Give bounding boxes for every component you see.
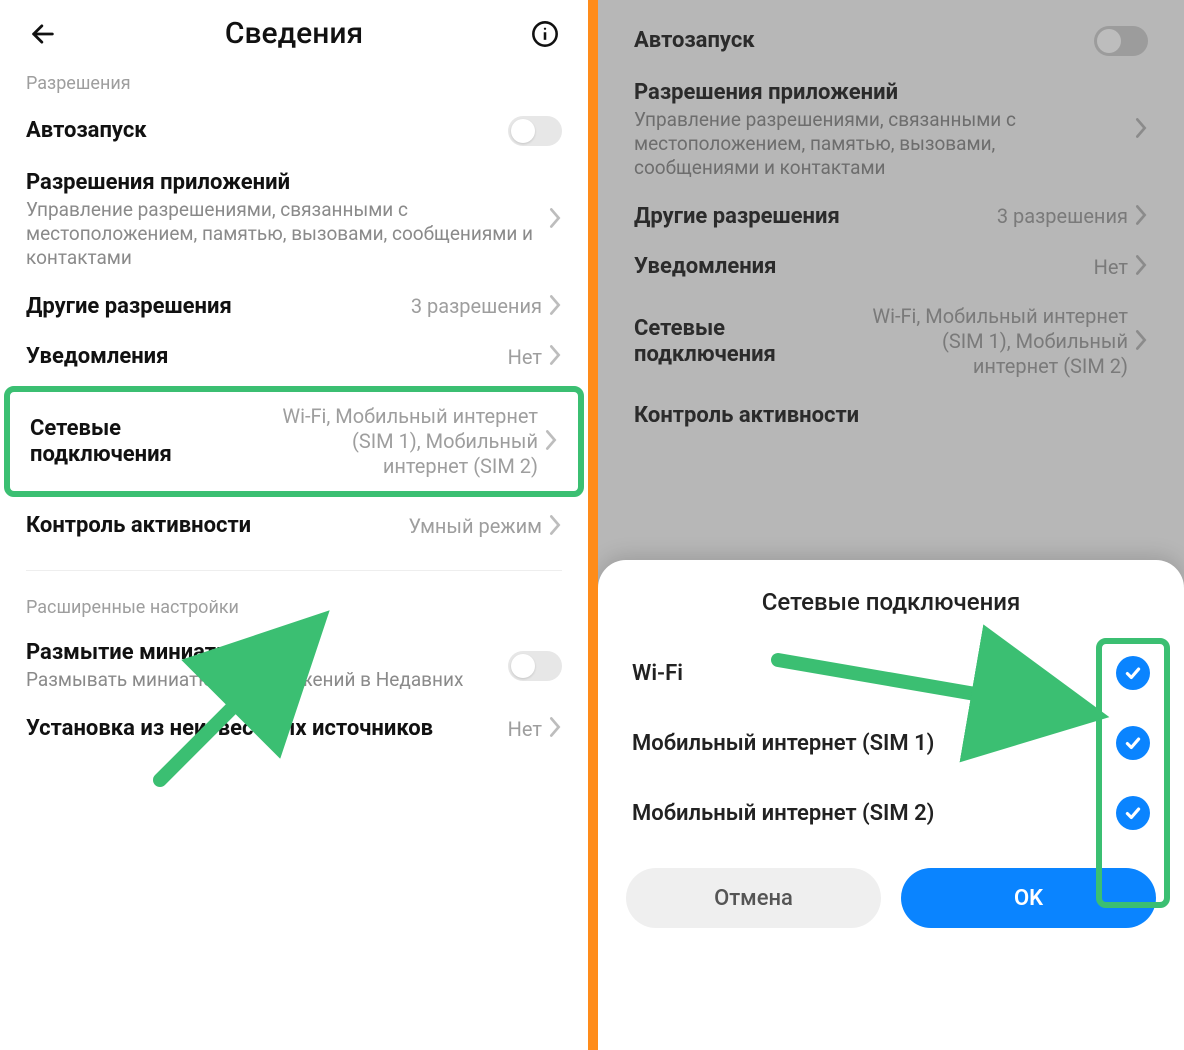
row-blur-thumbnails[interactable]: Размытие миниатюр Размывать миниатюры пр…: [0, 628, 588, 704]
row-other-permissions[interactable]: Другие разрешения 3 разрешения: [0, 282, 588, 332]
blur-label: Размытие миниатюр: [26, 640, 500, 666]
blur-sub: Размывать миниатюры приложений в Недавни…: [26, 668, 500, 692]
network-value: Wi-Fi, Мобильный интернет (SIM 1), Мобил…: [268, 404, 538, 479]
autostart-label: Автозапуск: [26, 118, 500, 144]
row-notifications-dim: Уведомления Нет: [598, 242, 1184, 292]
highlight-checkboxes: [1096, 638, 1170, 908]
chevron-right-icon: [544, 429, 558, 455]
row-unknown-sources[interactable]: Установка из неизвестных источников Нет: [0, 704, 588, 754]
cancel-button[interactable]: Отмена: [626, 868, 881, 928]
cancel-label: Отмена: [714, 886, 793, 911]
other-perms-value: 3 разрешения: [411, 294, 542, 319]
row-app-permissions[interactable]: Разрешения приложений Управление разреше…: [0, 158, 588, 282]
autostart-toggle[interactable]: [508, 116, 562, 146]
app-perms-sub: Управление разрешениями, связанными с ме…: [634, 108, 1118, 179]
row-app-permissions-dim: Разрешения приложений Управление разреше…: [598, 68, 1184, 192]
other-perms-value: 3 разрешения: [997, 204, 1128, 229]
header-bar: Сведения: [0, 0, 588, 65]
dialog-title: Сетевые подключения: [626, 588, 1156, 616]
activity-label: Контроль активности: [26, 513, 400, 539]
network-label: Сетевые подключения: [634, 316, 858, 369]
notifications-label: Уведомления: [634, 254, 1084, 280]
vertical-divider: [588, 0, 598, 1050]
highlight-network: Сетевые подключения Wi-Fi, Мобильный инт…: [4, 386, 584, 497]
autostart-toggle-dim: [1094, 26, 1148, 56]
chevron-right-icon: [548, 716, 562, 742]
info-icon[interactable]: [528, 17, 562, 51]
option-mobile-sim2[interactable]: Мобильный интернет (SIM 2): [626, 778, 1156, 848]
app-perms-sub: Управление разрешениями, связанными с ме…: [26, 198, 534, 269]
divider-line: [26, 570, 562, 571]
page-title: Сведения: [60, 16, 528, 51]
option-wifi[interactable]: Wi-Fi: [626, 638, 1156, 708]
chevron-right-icon: [1134, 254, 1148, 280]
back-icon[interactable]: [26, 17, 60, 51]
network-dialog: Сетевые подключения Wi-Fi Мобильный инте…: [598, 560, 1184, 1050]
chevron-right-icon: [548, 344, 562, 370]
option-label: Мобильный интернет (SIM 2): [632, 801, 934, 826]
autostart-label: Автозапуск: [634, 28, 1084, 54]
phone-right: Автозапуск Разрешения приложений Управле…: [598, 0, 1184, 1050]
section-permissions-label: Разрешения: [0, 65, 588, 104]
option-mobile-sim1[interactable]: Мобильный интернет (SIM 1): [626, 708, 1156, 778]
network-value: Wi-Fi, Мобильный интернет (SIM 1), Мобил…: [868, 304, 1128, 379]
chevron-right-icon: [548, 294, 562, 320]
section-advanced-label: Расширенные настройки: [0, 589, 588, 628]
row-activity-control[interactable]: Контроль активности Умный режим: [0, 501, 588, 551]
row-autostart-dim: Автозапуск: [598, 0, 1184, 68]
unknown-label: Установка из неизвестных источников: [26, 716, 500, 742]
option-label: Wi-Fi: [632, 661, 683, 686]
chevron-right-icon: [1134, 204, 1148, 230]
other-perms-label: Другие разрешения: [26, 294, 403, 320]
chevron-right-icon: [548, 514, 562, 540]
row-network-connections[interactable]: Сетевые подключения Wi-Fi, Мобильный инт…: [10, 392, 578, 491]
unknown-value: Нет: [508, 717, 542, 742]
notifications-label: Уведомления: [26, 344, 500, 370]
other-perms-label: Другие разрешения: [634, 204, 987, 230]
row-other-permissions-dim: Другие разрешения 3 разрешения: [598, 192, 1184, 242]
chevron-right-icon: [1134, 329, 1148, 355]
ok-label: OK: [1014, 886, 1043, 911]
activity-value: Умный режим: [408, 514, 542, 539]
network-label: Сетевые подключения: [30, 416, 260, 469]
option-label: Мобильный интернет (SIM 1): [632, 731, 934, 756]
notifications-value: Нет: [1094, 255, 1128, 280]
app-perms-label: Разрешения приложений: [26, 170, 534, 196]
blur-toggle[interactable]: [508, 651, 562, 681]
activity-label: Контроль активности: [634, 403, 1138, 429]
chevron-right-icon: [548, 207, 562, 233]
notifications-value: Нет: [508, 345, 542, 370]
phone-left: Сведения Разрешения Автозапуск Разрешени…: [0, 0, 588, 1050]
row-network-connections-dim: Сетевые подключения Wi-Fi, Мобильный инт…: [598, 292, 1184, 391]
app-perms-label: Разрешения приложений: [634, 80, 1118, 106]
row-autostart[interactable]: Автозапуск: [0, 104, 588, 158]
chevron-right-icon: [1134, 117, 1148, 143]
row-notifications[interactable]: Уведомления Нет: [0, 332, 588, 382]
row-activity-control-dim: Контроль активности: [598, 391, 1184, 441]
